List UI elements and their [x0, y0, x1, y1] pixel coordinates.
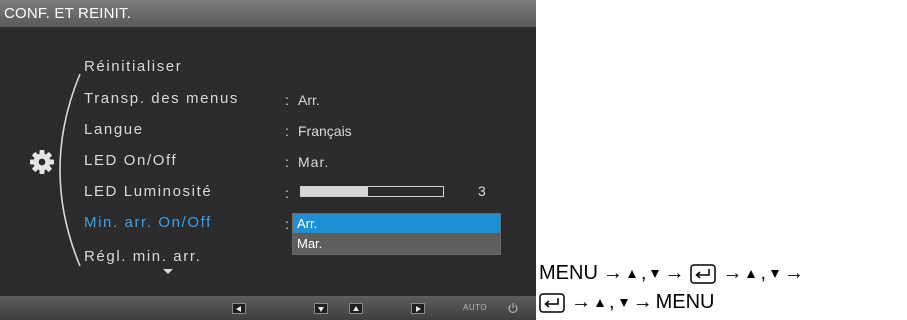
colon-separator: :: [285, 154, 289, 170]
up-triangle-icon: [596, 298, 604, 307]
led-brightness-slider[interactable]: [300, 186, 444, 197]
up-key-icon[interactable]: [349, 303, 363, 314]
arrow-icon: →: [664, 262, 685, 284]
instruction-line-2: → , → MENU: [539, 291, 716, 314]
osd-title: CONF. ET REINIT.: [0, 0, 536, 27]
menu-text: MENU: [539, 262, 598, 284]
down-triangle-icon: [619, 298, 628, 307]
osd-button-bar: AUTO: [0, 296, 536, 320]
menu-item-led-onoff[interactable]: LED On/Off: [84, 152, 177, 169]
language-value: Français: [298, 123, 352, 139]
led-onoff-value: Mar.: [298, 154, 330, 170]
dropdown-option-on[interactable]: Mar.: [293, 234, 500, 253]
menu-item-language[interactable]: Langue: [84, 121, 144, 138]
enter-key-icon: [690, 263, 717, 284]
menu-item-auto-off-settings[interactable]: Régl. min. arr.: [84, 248, 201, 265]
menu-item-auto-off-onoff[interactable]: Min. arr. On/Off: [84, 214, 212, 231]
osd-menu: CONF. ET REINIT. Réinitialiser Transp. d…: [0, 0, 536, 320]
comma-text: ,: [609, 291, 615, 313]
arrow-icon: →: [571, 291, 591, 313]
arrow-icon: →: [722, 262, 743, 284]
enter-key-icon: [539, 292, 565, 313]
colon-separator: :: [285, 92, 289, 108]
right-key-icon[interactable]: [411, 303, 425, 314]
colon-separator: :: [285, 185, 289, 201]
menu-item-led-brightness[interactable]: LED Luminosité: [84, 183, 212, 200]
arrow-icon: →: [602, 262, 623, 284]
down-key-icon[interactable]: [314, 303, 328, 314]
power-icon[interactable]: [507, 302, 519, 314]
colon-separator: :: [285, 216, 289, 232]
dropdown-option-off[interactable]: Arr.: [293, 214, 500, 233]
menu-text: MENU: [655, 291, 715, 313]
menu-item-reset[interactable]: Réinitialiser: [84, 58, 182, 75]
auto-off-dropdown[interactable]: Arr. Mar.: [292, 213, 501, 255]
menu-item-menu-transparency[interactable]: Transp. des menus: [84, 90, 239, 107]
comma-text: ,: [640, 262, 647, 284]
led-brightness-value: 3: [478, 183, 486, 199]
led-brightness-fill: [301, 187, 368, 196]
left-key-icon[interactable]: [232, 303, 246, 314]
colon-separator: :: [285, 123, 289, 139]
down-triangle-icon: [651, 269, 660, 278]
arrow-icon: →: [784, 262, 805, 284]
up-triangle-icon: [627, 269, 636, 278]
down-triangle-icon: [771, 269, 780, 278]
comma-text: ,: [760, 262, 767, 284]
auto-label[interactable]: AUTO: [463, 303, 487, 312]
menu-transparency-value: Arr.: [298, 92, 320, 108]
scroll-down-icon: [163, 269, 173, 274]
up-triangle-icon: [747, 269, 756, 278]
arrow-icon: →: [632, 291, 653, 313]
instruction-line-1: MENU → , → → , →: [539, 262, 807, 285]
